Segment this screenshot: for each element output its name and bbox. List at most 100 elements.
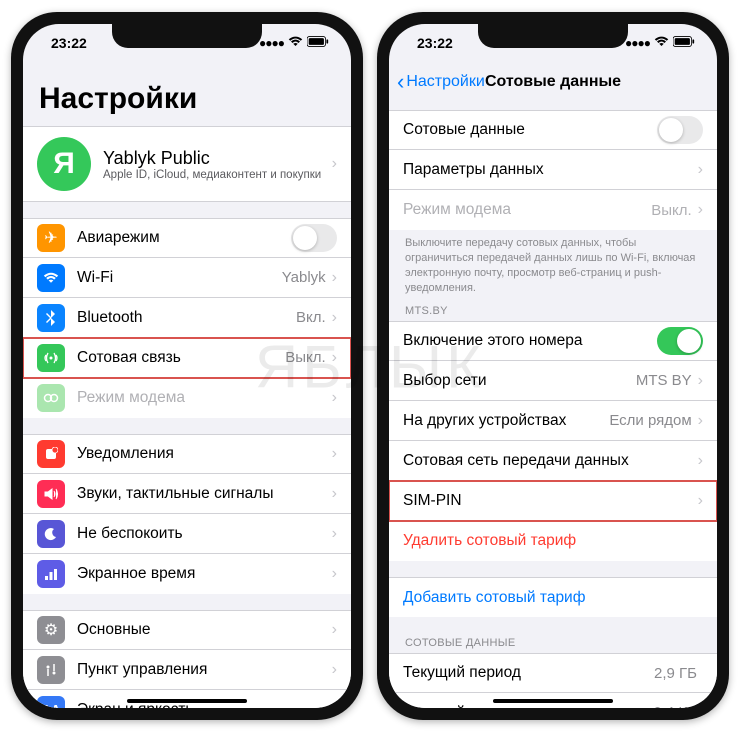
chevron-right-icon: › bbox=[332, 565, 337, 583]
back-label: Настройки bbox=[406, 73, 484, 91]
battery-icon bbox=[307, 36, 329, 50]
row-label: SIM-PIN bbox=[403, 492, 698, 510]
row-value: Выкл. bbox=[285, 349, 325, 366]
row-label: Основные bbox=[77, 621, 332, 639]
wifi-icon bbox=[288, 36, 303, 50]
cellular-icon bbox=[37, 344, 65, 372]
row-label: Авиарежим bbox=[77, 229, 291, 247]
row-remove-plan[interactable]: Удалить сотовый тариф bbox=[389, 521, 717, 561]
chevron-right-icon: › bbox=[332, 701, 337, 709]
bluetooth-icon bbox=[37, 304, 65, 332]
chevron-right-icon: › bbox=[698, 161, 703, 179]
row-dnd[interactable]: Не беспокоить › bbox=[23, 514, 351, 554]
chevron-right-icon: › bbox=[332, 155, 337, 173]
row-airplane[interactable]: ✈ Авиарежим bbox=[23, 218, 351, 258]
row-value: Если рядом bbox=[609, 412, 691, 429]
row-value: Вкл. bbox=[296, 309, 326, 326]
row-label: Не беспокоить bbox=[77, 525, 332, 543]
row-general[interactable]: ⚙ Основные › bbox=[23, 610, 351, 650]
group-header-usage: СОТОВЫЕ ДАННЫЕ bbox=[389, 631, 717, 653]
row-network-select[interactable]: Выбор сети MTS BY › bbox=[389, 361, 717, 401]
row-label: Сотовая связь bbox=[77, 349, 285, 367]
row-label: Параметры данных bbox=[403, 161, 698, 179]
row-label: Удалить сотовый тариф bbox=[403, 532, 703, 550]
row-line-enable[interactable]: Включение этого номера bbox=[389, 321, 717, 361]
row-control-center[interactable]: Пункт управления › bbox=[23, 650, 351, 690]
wifi-icon bbox=[37, 264, 65, 292]
row-label: Экранное время bbox=[77, 565, 332, 583]
row-value: Yablyk bbox=[282, 269, 326, 286]
row-label: Текущий период роуминга bbox=[403, 704, 653, 708]
hotspot-icon bbox=[37, 384, 65, 412]
chevron-right-icon: › bbox=[332, 621, 337, 639]
chevron-right-icon: › bbox=[698, 201, 703, 219]
chevron-right-icon: › bbox=[332, 485, 337, 503]
row-value: MTS BY bbox=[636, 372, 692, 389]
home-indicator[interactable] bbox=[127, 699, 247, 703]
row-label: Bluetooth bbox=[77, 309, 296, 327]
chevron-right-icon: › bbox=[332, 349, 337, 367]
avatar: Я bbox=[37, 137, 91, 191]
notifications-icon bbox=[37, 440, 65, 468]
row-cellular-network[interactable]: Сотовая сеть передачи данных › bbox=[389, 441, 717, 481]
signal-icon: ●●●● bbox=[259, 36, 284, 50]
row-label: Пункт управления bbox=[77, 661, 332, 679]
row-bluetooth[interactable]: Bluetooth Вкл. › bbox=[23, 298, 351, 338]
chevron-right-icon: › bbox=[698, 412, 703, 430]
back-button[interactable]: ‹ Настройки bbox=[397, 71, 485, 93]
apple-id-row[interactable]: Я Yablyk Public Apple ID, iCloud, медиак… bbox=[23, 126, 351, 202]
chevron-right-icon: › bbox=[332, 269, 337, 287]
row-cellular[interactable]: Сотовая связь Выкл. › bbox=[23, 338, 351, 378]
row-data-options[interactable]: Параметры данных › bbox=[389, 150, 717, 190]
signal-icon: ●●●● bbox=[625, 36, 650, 50]
row-other-devices[interactable]: На других устройствах Если рядом › bbox=[389, 401, 717, 441]
row-label: Звуки, тактильные сигналы bbox=[77, 485, 332, 503]
row-notifications[interactable]: Уведомления › bbox=[23, 434, 351, 474]
row-add-plan[interactable]: Добавить сотовый тариф bbox=[389, 577, 717, 617]
chevron-right-icon: › bbox=[332, 445, 337, 463]
group-header-carrier: MTS.BY bbox=[389, 299, 717, 321]
phone-left: 23:22 ●●●● Настройки Я Yablyk Public App… bbox=[11, 12, 363, 720]
row-value: 2,9 ГБ bbox=[654, 665, 697, 682]
notch bbox=[112, 24, 262, 48]
row-label: Уведомления bbox=[77, 445, 332, 463]
row-screentime[interactable]: Экранное время › bbox=[23, 554, 351, 594]
line-enable-switch[interactable] bbox=[657, 327, 703, 355]
row-value: 0,4 КБ bbox=[653, 704, 697, 708]
row-wifi[interactable]: Wi-Fi Yablyk › bbox=[23, 258, 351, 298]
chevron-right-icon: › bbox=[332, 525, 337, 543]
control-center-icon bbox=[37, 656, 65, 684]
row-label: Сотовые данные bbox=[403, 121, 657, 139]
row-current-period[interactable]: Текущий период 2,9 ГБ bbox=[389, 653, 717, 693]
wifi-icon bbox=[654, 36, 669, 50]
row-label: Режим модема bbox=[403, 201, 651, 219]
home-indicator[interactable] bbox=[493, 699, 613, 703]
row-hotspot: Режим модема › bbox=[23, 378, 351, 418]
cellular-data-switch[interactable] bbox=[657, 116, 703, 144]
notch bbox=[478, 24, 628, 48]
status-time: 23:22 bbox=[51, 35, 87, 51]
screentime-icon bbox=[37, 560, 65, 588]
row-label: На других устройствах bbox=[403, 412, 609, 430]
battery-icon bbox=[673, 36, 695, 50]
row-sounds[interactable]: Звуки, тактильные сигналы › bbox=[23, 474, 351, 514]
row-label: Включение этого номера bbox=[403, 332, 657, 350]
account-name: Yablyk Public bbox=[103, 148, 321, 169]
dnd-icon bbox=[37, 520, 65, 548]
group-footer: Выключите передачу сотовых данных, чтобы… bbox=[389, 230, 717, 299]
nav-title: Сотовые данные bbox=[485, 73, 621, 91]
sounds-icon bbox=[37, 480, 65, 508]
chevron-right-icon: › bbox=[332, 309, 337, 327]
page-title: Настройки bbox=[23, 62, 351, 126]
chevron-right-icon: › bbox=[698, 372, 703, 390]
status-time: 23:22 bbox=[417, 35, 453, 51]
row-hotspot-r: Режим модема Выкл. › bbox=[389, 190, 717, 230]
chevron-right-icon: › bbox=[332, 389, 337, 407]
row-sim-pin[interactable]: SIM-PIN › bbox=[389, 481, 717, 521]
airplane-switch[interactable] bbox=[291, 224, 337, 252]
account-sub: Apple ID, iCloud, медиаконтент и покупки bbox=[103, 169, 321, 181]
display-icon: AA bbox=[37, 696, 65, 709]
row-cellular-data[interactable]: Сотовые данные bbox=[389, 110, 717, 150]
gear-icon: ⚙ bbox=[37, 616, 65, 644]
row-label: Wi-Fi bbox=[77, 269, 282, 287]
